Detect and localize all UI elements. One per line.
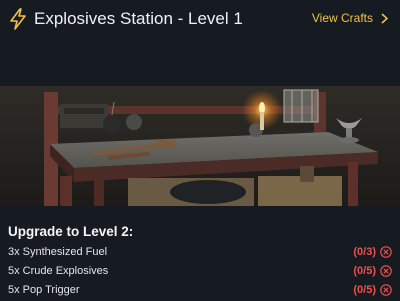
view-crafts-label: View Crafts <box>311 11 373 25</box>
missing-x-icon <box>380 265 392 277</box>
station-title: Explosives Station - Level 1 <box>34 9 243 28</box>
missing-x-icon <box>380 246 392 258</box>
station-header: Explosives Station - Level 1 View Crafts <box>0 0 400 40</box>
view-crafts-button[interactable]: View Crafts <box>312 11 388 25</box>
requirement-name: 5x Pop Trigger <box>8 284 80 296</box>
workbench-image <box>0 86 400 206</box>
requirement-row: 5x Pop Trigger (0/5) <box>8 283 392 301</box>
lightning-bolt-icon <box>10 8 26 30</box>
chevron-right-icon <box>381 12 388 24</box>
requirement-row: 5x Crude Explosives (0/5) <box>8 264 392 282</box>
requirement-name: 5x Crude Explosives <box>8 265 109 277</box>
requirement-count: (0/5) <box>353 284 376 296</box>
requirement-row: 3x Synthesized Fuel (0/3) <box>8 245 392 263</box>
missing-x-icon <box>380 284 392 296</box>
requirement-count: (0/3) <box>353 246 376 258</box>
upgrade-title: Upgrade to Level 2: <box>8 224 134 239</box>
requirement-name: 3x Synthesized Fuel <box>8 246 108 258</box>
requirement-count: (0/5) <box>353 265 376 277</box>
